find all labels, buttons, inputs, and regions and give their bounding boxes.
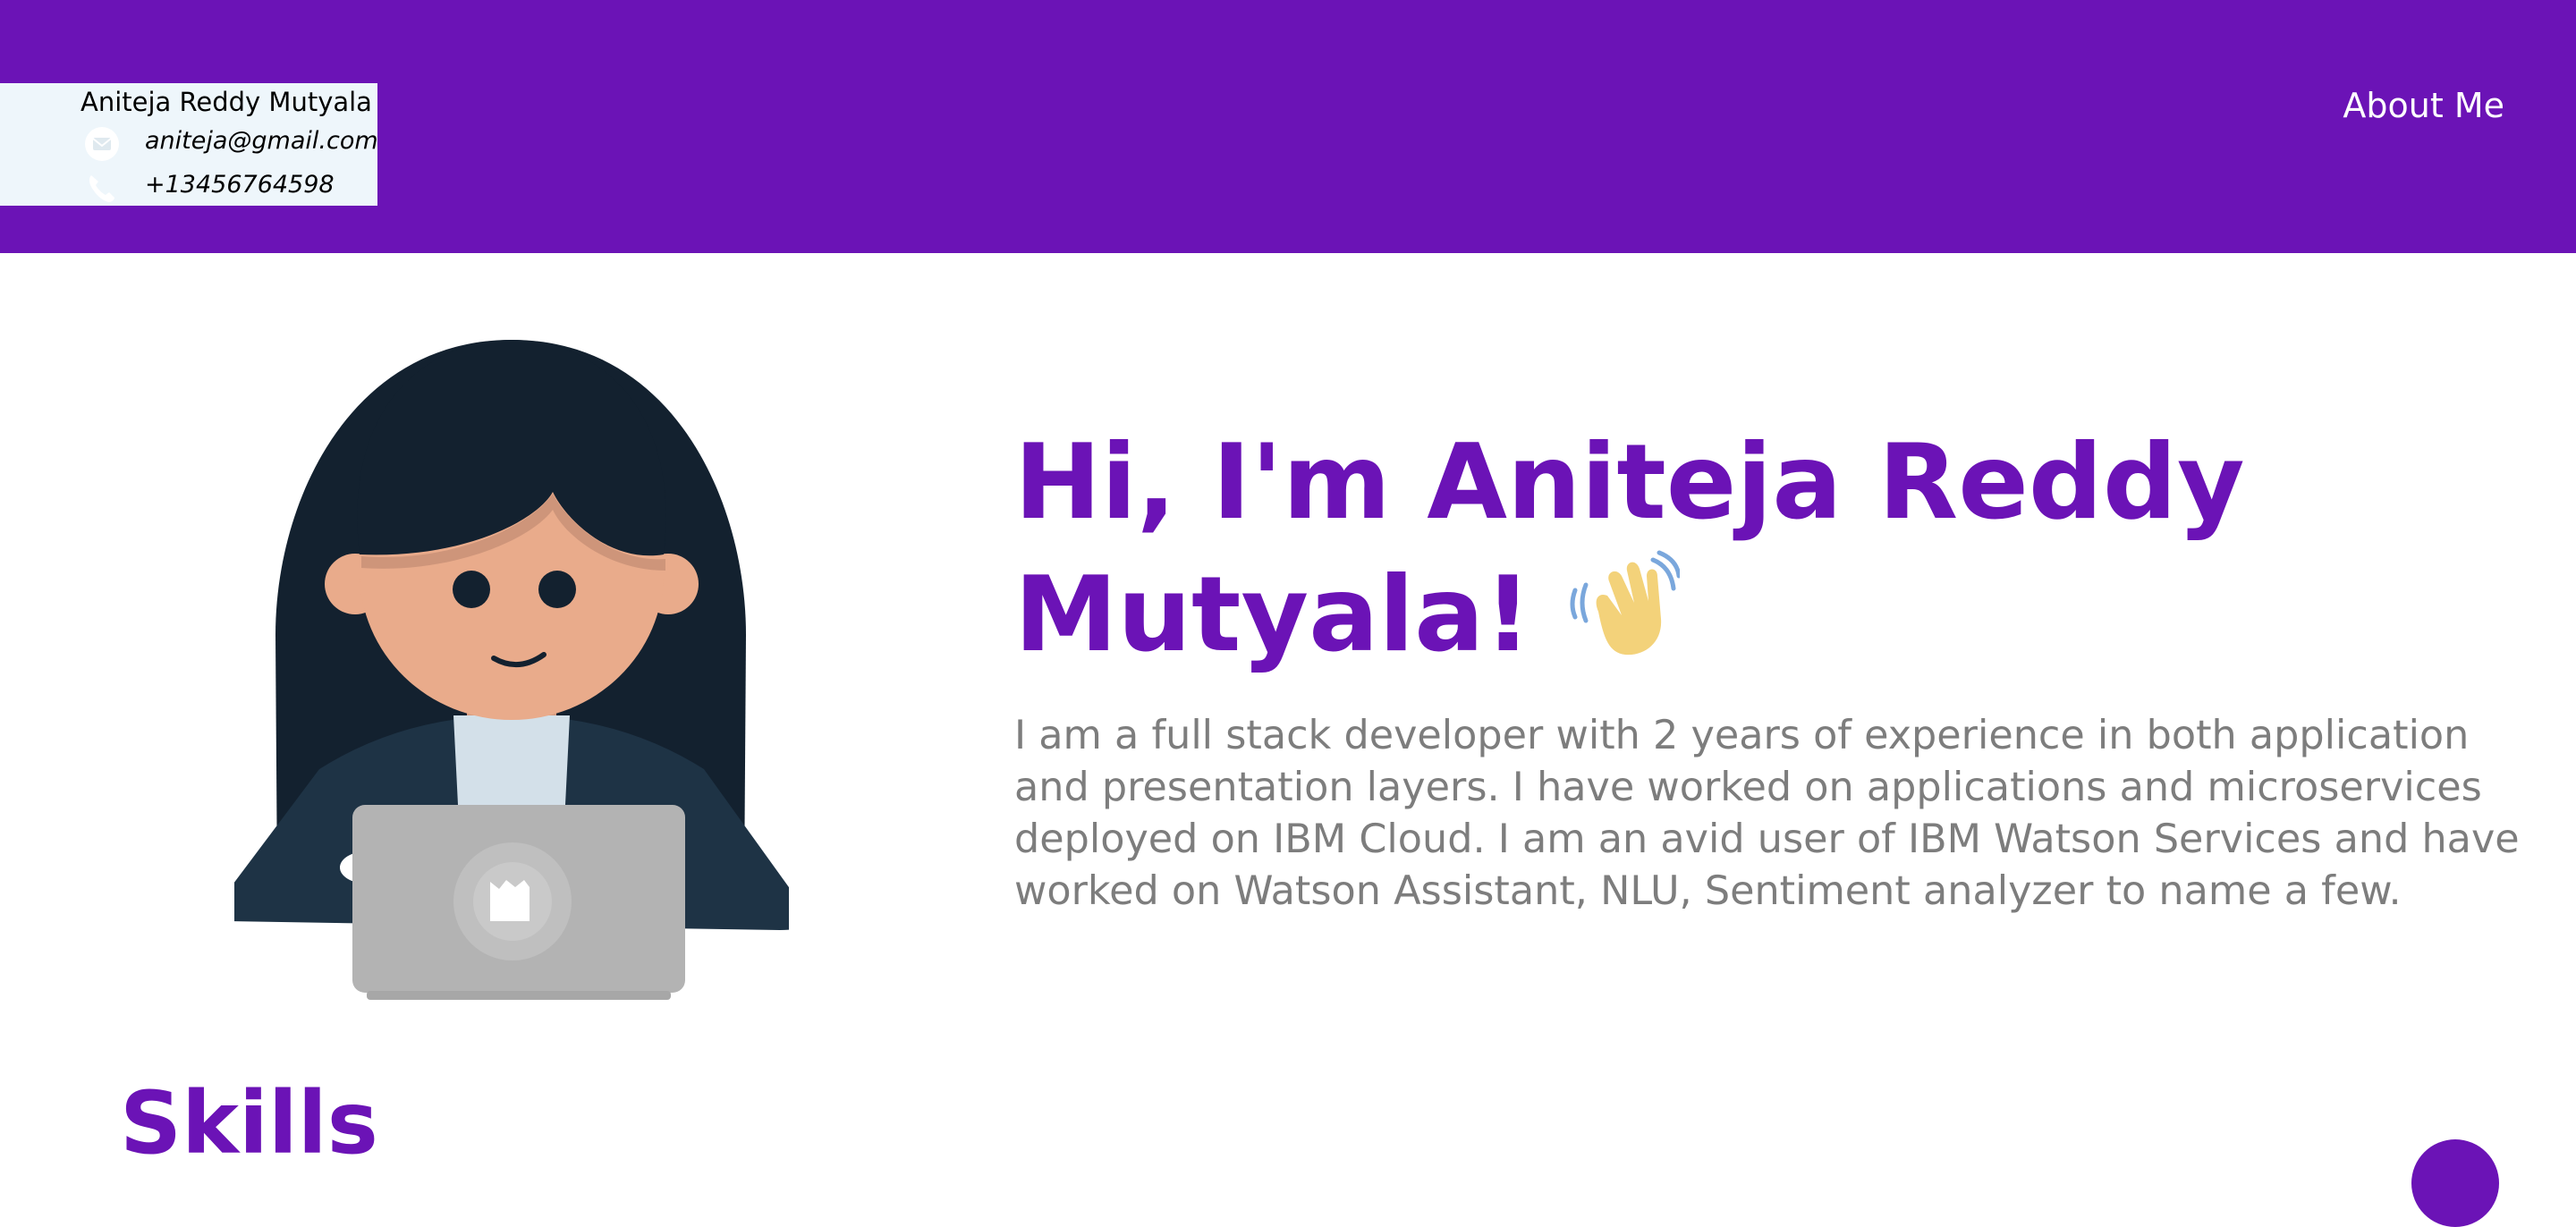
contact-phone[interactable]: +13456764598 <box>145 171 335 199</box>
skills-heading: Skills <box>120 1073 378 1173</box>
developer-with-laptop-illustration <box>234 340 789 1000</box>
scroll-to-top-button[interactable] <box>2411 1139 2499 1227</box>
mail-icon <box>85 127 119 161</box>
hero-title: Hi, I'm Aniteja Reddy Mutyala! <box>1014 417 2356 681</box>
nav-about-me-link[interactable]: About Me <box>2343 86 2504 125</box>
hero-description: I am a full stack developer with 2 years… <box>1014 713 2520 914</box>
phone-icon <box>89 175 114 202</box>
contact-email[interactable]: aniteja@gmail.com <box>145 127 377 155</box>
contact-phone-row[interactable]: +13456764598 <box>84 166 377 206</box>
contact-card: Aniteja Reddy Mutyala aniteja@gmail.com … <box>0 83 377 206</box>
contact-email-row[interactable]: aniteja@gmail.com <box>84 123 377 162</box>
contact-name: Aniteja Reddy Mutyala <box>80 87 372 117</box>
waving-hand-icon <box>1570 550 1680 656</box>
top-header: Aniteja Reddy Mutyala aniteja@gmail.com … <box>0 0 2576 253</box>
